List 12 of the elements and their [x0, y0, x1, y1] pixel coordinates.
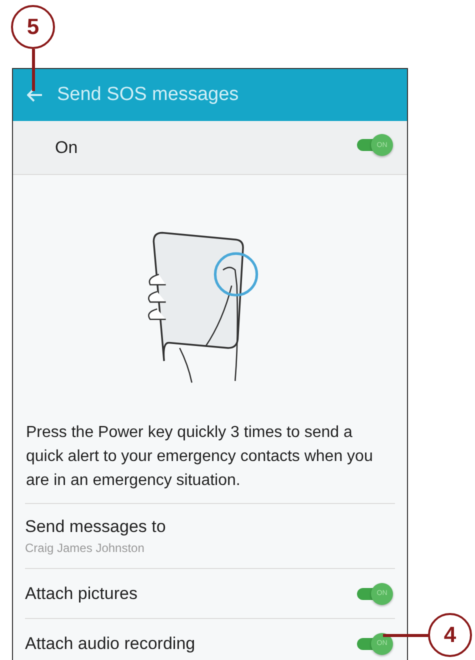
setting-label: Attach pictures	[25, 584, 138, 604]
leader-line	[383, 634, 429, 636]
setting-label: Send messages to	[25, 517, 166, 537]
callout-number: 5	[11, 5, 55, 49]
setting-value: Craig James Johnston	[25, 541, 144, 555]
back-arrow-icon[interactable]	[27, 88, 43, 102]
description-text: Press the Power key quickly 3 times to send a quick alert to your emergency contacts when you are in an emergency situation.	[25, 423, 374, 491]
setting-label: Attach audio recording	[25, 634, 196, 654]
leader-line	[32, 49, 34, 91]
callout-number: 4	[428, 613, 472, 657]
switch-label: On	[55, 138, 78, 158]
screen-title: Send SOS messages	[57, 84, 239, 106]
